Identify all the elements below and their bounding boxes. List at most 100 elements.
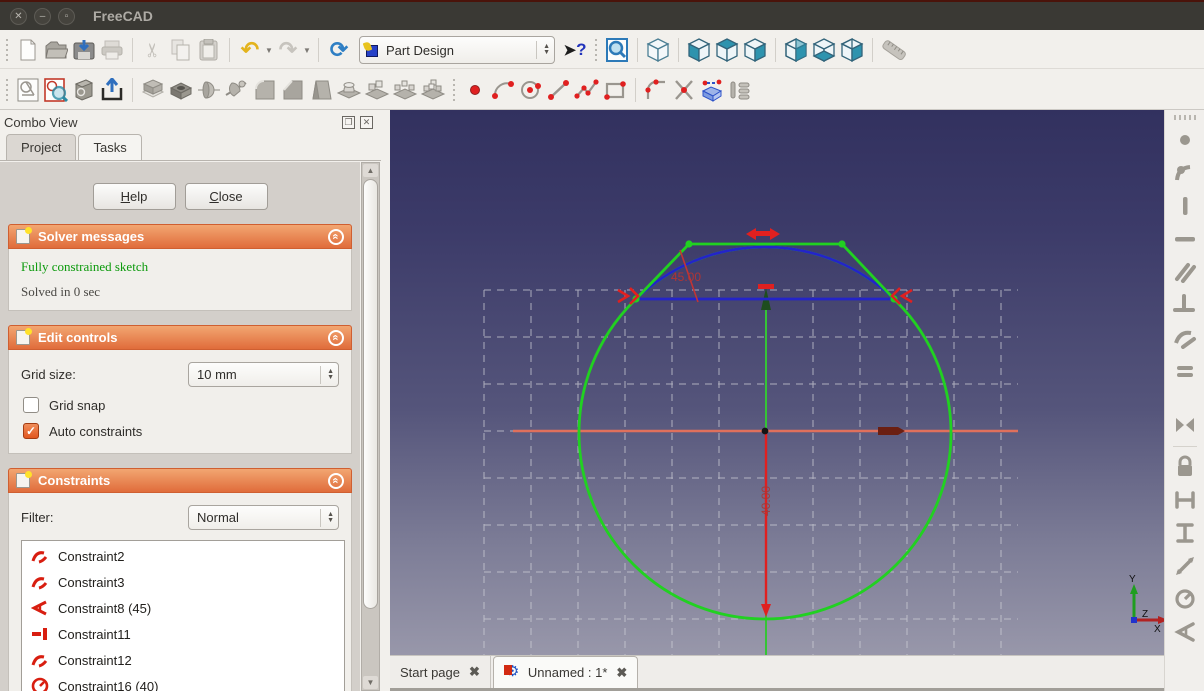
tab-start-page[interactable]: Start page ✖ [390,656,491,688]
solver-messages-header[interactable]: Solver messages » [8,224,352,249]
panel-scrollbar[interactable]: ▲ ▼ [361,162,380,691]
copy-button[interactable] [167,36,195,64]
equal-constraint-button[interactable] [1172,358,1198,384]
horizontal-constraint-button[interactable] [1172,226,1198,252]
constraint-filter-combobox[interactable]: Normal ▲ ▼ [188,505,339,530]
list-item[interactable]: Constraint12 [22,647,344,673]
top-view-button[interactable] [713,36,741,64]
angle-dimension-text[interactable]: 45.00 [671,270,701,284]
left-view-button[interactable] [838,36,866,64]
point-on-object-button[interactable] [1172,160,1198,186]
print-button[interactable] [98,36,126,64]
toolbar-grip[interactable] [593,39,599,61]
close-tab-icon[interactable]: ✖ [616,665,627,681]
toolbar-grip[interactable] [1173,115,1196,120]
workbench-spinner[interactable]: ▲ ▼ [536,41,550,59]
collapse-icon[interactable]: » [328,228,344,245]
help-button[interactable]: Help [92,183,176,210]
vertical-constraint-button[interactable] [1172,193,1198,219]
sketch-trim-tool[interactable] [670,76,698,104]
redo-button[interactable]: ↷ [274,36,302,64]
grid-snap-checkbox[interactable] [23,397,39,413]
tab-project[interactable]: Project [6,134,77,160]
workbench-selector[interactable]: Part Design ▲ ▼ [359,36,555,64]
list-item[interactable]: Constraint2 [22,543,344,569]
save-button[interactable] [70,36,98,64]
pad-button[interactable] [139,76,167,104]
perpendicular-constraint-button[interactable] [1172,292,1198,318]
draft-button[interactable] [307,76,335,104]
measure-button[interactable] [879,36,907,64]
right-view-button[interactable] [741,36,769,64]
distance-constraint-button[interactable] [1172,553,1198,579]
refresh-button[interactable]: ⟳ [325,36,353,64]
scroll-down-icon[interactable]: ▼ [363,676,378,689]
fillet-button[interactable] [251,76,279,104]
grid-size-spinbox[interactable]: 10 mm ▲ ▼ [188,362,339,387]
paste-button[interactable] [195,36,223,64]
sketch-fillet-tool[interactable] [642,76,670,104]
sketch-viewport[interactable]: 45.00 40.00 Y Z X [390,110,1164,655]
rear-view-button[interactable] [782,36,810,64]
external-geometry-tool[interactable] [698,76,726,104]
list-item[interactable]: Constraint8 (45) [22,595,344,621]
polar-pattern-button[interactable] [391,76,419,104]
map-sketch-button[interactable] [70,76,98,104]
close-button[interactable]: Close [184,183,268,210]
window-close-button[interactable]: ✕ [10,7,27,25]
toolbar-grip[interactable] [451,78,457,101]
sketch-arc-tool[interactable] [489,76,517,104]
lock-constraint-button[interactable] [1172,454,1198,480]
sketch-rectangle-tool[interactable] [601,76,629,104]
symmetric-constraint-button[interactable] [1172,412,1198,438]
linear-pattern-button[interactable] [363,76,391,104]
new-sketch-button[interactable] [14,76,42,104]
edit-controls-header[interactable]: Edit controls » [8,325,352,350]
edit-sketch-button[interactable] [42,76,70,104]
panel-float-icon[interactable]: ❐ [342,115,355,129]
construction-mode-toggle[interactable] [726,76,754,104]
undo-button[interactable]: ↶ [236,36,264,64]
close-tab-icon[interactable]: ✖ [469,664,480,680]
window-minimize-button[interactable]: – [34,7,51,25]
list-item[interactable]: Constraint16 (40) [22,673,344,691]
sketch-point-tool[interactable] [461,76,489,104]
sketch-polyline-tool[interactable] [573,76,601,104]
sketch-line-tool[interactable] [545,76,573,104]
sketch-circle-tool[interactable] [517,76,545,104]
tab-tasks[interactable]: Tasks [78,134,142,160]
multitransform-button[interactable] [419,76,447,104]
groove-button[interactable] [223,76,251,104]
front-view-button[interactable] [685,36,713,64]
toolbar-grip[interactable] [4,78,10,101]
mirrored-feature-button[interactable] [335,76,363,104]
revolution-button[interactable] [195,76,223,104]
undo-dropdown-arrow[interactable]: ▼ [264,38,274,62]
chamfer-button[interactable] [279,76,307,104]
whats-this-button[interactable]: ➤? [561,36,589,64]
pocket-button[interactable] [167,76,195,104]
parallel-constraint-button[interactable] [1172,259,1198,285]
list-item[interactable]: Constraint11 [22,621,344,647]
scrollbar-thumb[interactable] [363,179,378,609]
fit-all-button[interactable] [603,36,631,64]
open-document-button[interactable] [42,36,70,64]
filter-spinner[interactable]: ▲ ▼ [320,508,334,527]
collapse-icon[interactable]: » [328,329,344,346]
vertical-distance-button[interactable] [1172,520,1198,546]
grid-size-spinner[interactable]: ▲ ▼ [320,365,334,384]
new-document-button[interactable] [14,36,42,64]
length-dimension-text[interactable]: 40.00 [759,486,773,516]
toolbar-grip[interactable] [4,39,10,61]
constraints-header[interactable]: Constraints » [8,468,352,493]
angle-constraint-button[interactable] [1172,619,1198,645]
tab-unnamed-document[interactable]: ⚙ Unnamed : 1* ✖ [492,656,639,688]
leave-sketch-button[interactable] [98,76,126,104]
constraint-list[interactable]: Constraint2 Constraint3 Constraint8 (45)… [21,540,345,691]
axonometric-view-button[interactable] [644,36,672,64]
coincident-constraint-button[interactable] [1172,127,1198,153]
panel-close-icon[interactable]: ✕ [360,115,373,129]
tangent-constraint-button[interactable] [1172,325,1198,351]
bottom-view-button[interactable] [810,36,838,64]
cut-button[interactable]: ✂ [139,36,167,64]
